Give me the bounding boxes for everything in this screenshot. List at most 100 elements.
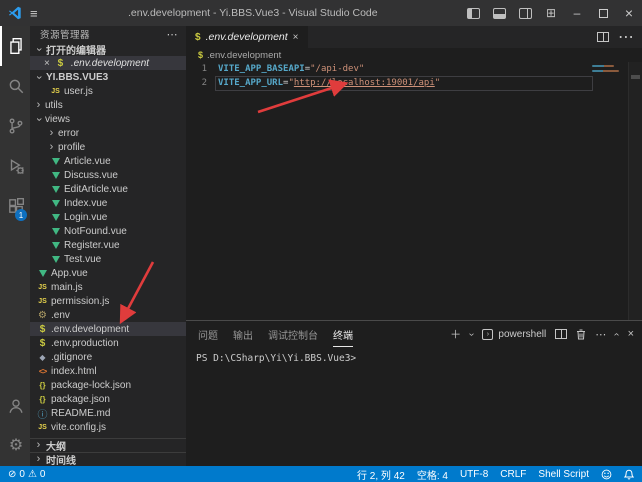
vue-file-icon [49,228,62,235]
close-button[interactable]: × [616,0,642,26]
problems-indicator[interactable]: ⊘ 0 ⚠ 0 [8,469,45,480]
toggle-sidebar-icon[interactable] [460,0,486,26]
settings-gear-icon[interactable]: ⚙ [0,426,30,466]
close-icon[interactable]: × [293,32,299,43]
customize-layout-icon[interactable]: ⊞ [538,0,564,26]
dollar-file-icon: $ [36,338,49,349]
source-control-icon[interactable] [0,106,30,146]
maximize-panel-icon[interactable]: › [611,332,622,335]
minimize-button[interactable]: – [564,0,590,26]
file-label: Test.vue [64,254,101,265]
line-number: 1 [186,64,216,74]
new-terminal-icon[interactable]: ＋ [450,326,461,342]
file-label: EditArticle.vue [64,184,128,195]
tree-item-Register.vue[interactable]: Register.vue [30,238,186,252]
timeline-section[interactable]: › 时间线 [30,452,186,466]
more-actions-icon[interactable]: ⋯ [595,328,606,341]
tree-item-EditArticle.vue[interactable]: EditArticle.vue [30,182,186,196]
tree-item-App.vue[interactable]: App.vue [30,266,186,280]
js-file-icon: JS [36,424,49,431]
feedback-smiley-icon[interactable] [601,469,612,480]
tree-item-Discuss.vue[interactable]: Discuss.vue [30,168,186,182]
tab-env-development[interactable]: $ .env.development × [186,26,308,48]
menu-icon[interactable]: ≡ [30,6,38,21]
tree-item-Test.vue[interactable]: Test.vue [30,252,186,266]
tree-item-views[interactable]: ›views [30,112,186,126]
status-cursor-position[interactable]: 行 2, 列 42 [357,467,405,482]
editor-scrollbar[interactable] [628,62,642,320]
tree-item-Login.vue[interactable]: Login.vue [30,210,186,224]
file-label: Login.vue [64,212,107,223]
file-label: Index.vue [64,198,107,209]
tree-item-permission.js[interactable]: JSpermission.js [30,294,186,308]
maximize-button[interactable] [590,0,616,26]
window-title: .env.development - Yi.BBS.Vue3 - Visual … [46,7,460,19]
close-icon[interactable]: × [44,58,50,69]
toggle-panel-icon[interactable] [486,0,512,26]
file-label: .env [51,310,70,321]
toggle-secondary-sidebar-icon[interactable] [512,0,538,26]
status-indentation[interactable]: 空格: 4 [417,467,448,482]
tree-item-Index.vue[interactable]: Index.vue [30,196,186,210]
json-file-icon: {} [36,381,49,390]
tree-item-README.md[interactable]: ⓘREADME.md [30,406,186,420]
tree-item-main.js[interactable]: JSmain.js [30,280,186,294]
kill-terminal-icon[interactable] [576,329,586,340]
status-eol[interactable]: CRLF [500,469,526,480]
file-label: App.vue [51,268,88,279]
file-label: package-lock.json [51,380,131,391]
editor[interactable]: 1VITE_APP_BASEAPI="/api-dev"2VITE_APP_UR… [186,62,642,320]
shell-label[interactable]: powershell [498,329,546,340]
panel-tab-输出[interactable]: 输出 [233,322,253,347]
tree-item-.env.production[interactable]: $.env.production [30,336,186,350]
tree-item-profile[interactable]: ›profile [30,140,186,154]
panel-tab-调试控制台[interactable]: 调试控制台 [268,322,318,347]
outline-section[interactable]: › 大纲 [30,438,186,452]
close-panel-icon[interactable]: × [628,328,634,340]
code-line-2[interactable]: 2VITE_APP_URL="http://localhost:19001/ap… [186,76,642,90]
account-icon[interactable] [0,386,30,426]
open-editors-section[interactable]: › 打开的编辑器 [30,42,186,56]
panel-tab-问题[interactable]: 问题 [198,322,218,347]
tree-item-Article.vue[interactable]: Article.vue [30,154,186,168]
status-language-mode[interactable]: Shell Script [538,469,589,480]
minimap[interactable] [592,65,626,75]
explorer-icon[interactable] [0,26,30,66]
open-editor-item[interactable]: × $ .env.development [30,56,186,70]
tree-item-package-lock.json[interactable]: {}package-lock.json [30,378,186,392]
status-encoding[interactable]: UTF-8 [460,469,488,480]
url-link[interactable]: http://localhost:19001/api [294,78,435,88]
code-line-1[interactable]: 1VITE_APP_BASEAPI="/api-dev" [186,62,642,76]
panel-tab-终端[interactable]: 终端 [333,322,353,347]
tree-item-vite.config.js[interactable]: JSvite.config.js [30,420,186,434]
more-actions-icon[interactable]: ⋯ [618,27,634,47]
split-editor-icon[interactable] [597,32,609,42]
more-actions-icon[interactable]: ⋯ [167,28,179,41]
terminal-dropdown-icon[interactable]: › [466,332,477,335]
tree-item-user.js[interactable]: JSuser.js [30,84,186,98]
tree-item-package.json[interactable]: {}package.json [30,392,186,406]
search-icon[interactable] [0,66,30,106]
tree-item-index.html[interactable]: <>index.html [30,364,186,378]
notifications-bell-icon[interactable] [624,469,634,480]
bottom-panel: 问题输出调试控制台终端 ＋ › › powershell ⋯ › × [186,320,642,466]
git-file-icon: ◆ [36,353,49,362]
tree-item-.env[interactable]: ⚙.env [30,308,186,322]
project-section[interactable]: › YI.BBS.VUE3 [30,70,186,84]
vue-file-icon [49,186,62,193]
split-terminal-icon[interactable] [555,329,567,339]
vue-file-icon [49,158,62,165]
terminal-content[interactable]: PS D:\CSharp\Yi\Yi.BBS.Vue3> [186,347,642,466]
chevron-down-icon: › [33,115,44,124]
tree-item-utils[interactable]: ›utils [30,98,186,112]
tree-item-.env.development[interactable]: $.env.development [30,322,186,336]
tree-item-.gitignore[interactable]: ◆.gitignore [30,350,186,364]
run-debug-icon[interactable] [0,146,30,186]
tree-item-error[interactable]: ›error [30,126,186,140]
tree-item-NotFound.vue[interactable]: NotFound.vue [30,224,186,238]
file-label: package.json [51,394,110,405]
extensions-icon[interactable]: 1 [0,186,30,226]
code-token: VITE_APP_BASEAPI [218,64,305,74]
vue-file-icon [49,200,62,207]
breadcrumb[interactable]: $ .env.development [186,48,642,62]
